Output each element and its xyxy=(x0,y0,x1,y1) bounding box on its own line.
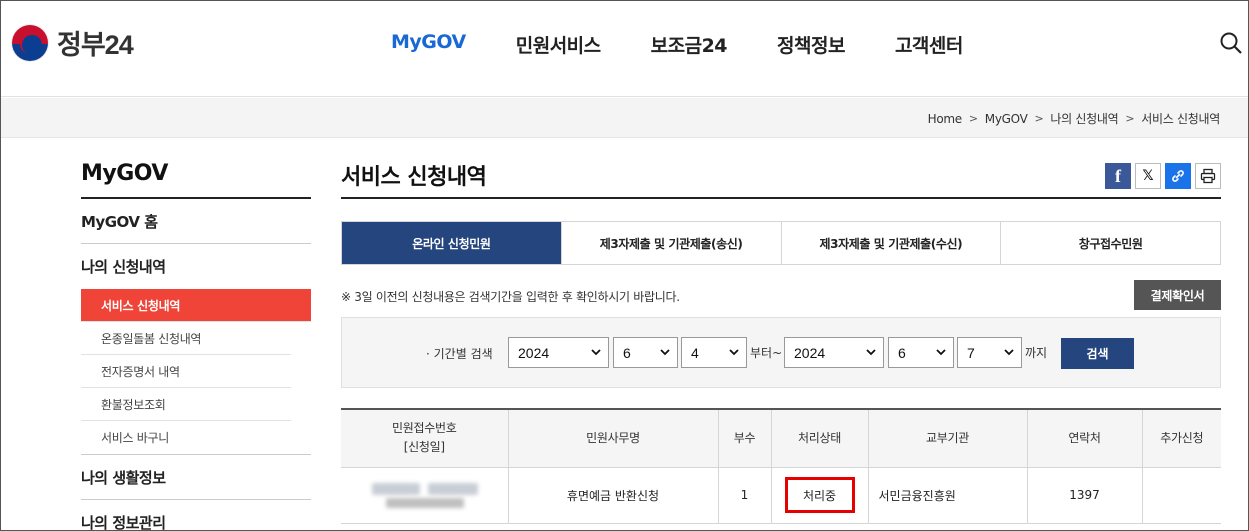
tab-third-party-received[interactable]: 제3자제출 및 기관제출(수신) xyxy=(780,222,1001,264)
breadcrumb-mygov[interactable]: MyGOV xyxy=(985,112,1028,126)
print-icon[interactable] xyxy=(1195,163,1221,189)
chevron-right-icon: > xyxy=(1034,112,1044,125)
status-badge: 처리중 xyxy=(784,477,855,513)
payment-confirmation-button[interactable]: 결제확인서 xyxy=(1134,280,1221,310)
chevron-down-icon xyxy=(729,349,739,356)
col-issuing-agency: 교부기관 xyxy=(867,410,1027,468)
col-copies: 부수 xyxy=(717,410,771,468)
end-month-select[interactable]: 6 xyxy=(888,337,954,368)
window: 정부24 MyGOV 민원서비스 보조금24 정책정보 고객센터 Home > … xyxy=(0,0,1249,531)
start-month-select[interactable]: 6 xyxy=(613,337,678,368)
nav-civil-service[interactable]: 민원서비스 xyxy=(516,31,601,58)
nav-policy-info[interactable]: 정책정보 xyxy=(777,31,845,58)
facebook-icon[interactable]: f xyxy=(1105,163,1131,189)
sidebar-title: MyGOV xyxy=(81,151,311,199)
breadcrumb-current[interactable]: 서비스 신청내역 xyxy=(1141,110,1220,127)
sidebar-subitem-service-basket[interactable]: 서비스 바구니 xyxy=(81,421,291,454)
table-header-row: 민원접수번호 [신청일] 민원사무명 부수 처리상태 교부기관 연락처 추가신청 xyxy=(341,410,1221,468)
table-row[interactable]: 휴면예금 반환신청 1 처리중 서민금융진흥원 1397 xyxy=(341,467,1221,524)
tab-bar: 온라인 신청민원 제3자제출 및 기관제출(송신) 제3자제출 및 기관제출(수… xyxy=(341,221,1221,265)
sidebar-item-life-info[interactable]: 나의 생활정보 xyxy=(81,455,311,500)
sidebar-subitem-service-history[interactable]: 서비스 신청내역 xyxy=(81,289,311,322)
start-day-select[interactable]: 4 xyxy=(681,337,747,368)
result-table: 민원접수번호[신청일] 민원사무명 부수 처리상태 교부기관 연락처 추가신청 xyxy=(341,408,1221,524)
chevron-down-icon xyxy=(591,349,601,356)
chevron-down-icon xyxy=(660,349,670,356)
sidebar-subitem-allday-care[interactable]: 온종일돌봄 신청내역 xyxy=(81,322,291,355)
start-year-select[interactable]: 2024 xyxy=(508,337,609,368)
receipt-number-cell[interactable] xyxy=(341,467,508,524)
sidebar-item-info-manage[interactable]: 나의 정보관리 xyxy=(81,500,311,530)
notice-text: ※ 3일 이전의 신청내용은 검색기간을 입력한 후 확인하시기 바랍니다. xyxy=(341,290,680,304)
chevron-down-icon xyxy=(866,349,876,356)
chevron-right-icon: > xyxy=(968,112,978,125)
copies-cell: 1 xyxy=(717,467,771,524)
breadcrumb-bar: Home > MyGOV > 나의 신청내역 > 서비스 신청내역 xyxy=(1,98,1248,138)
period-search-box: · 기간별 검색 2024 6 4 부터~ 2024 6 7 까지 검색 xyxy=(341,317,1221,388)
sidebar-submenu: 서비스 신청내역 온종일돌봄 신청내역 전자증명서 내역 환불정보조회 서비스 … xyxy=(81,289,311,455)
nav-customer-center[interactable]: 고객센터 xyxy=(895,31,963,58)
tab-online-application[interactable]: 온라인 신청민원 xyxy=(342,222,561,264)
end-year-select[interactable]: 2024 xyxy=(784,337,884,368)
additional-request-cell xyxy=(1141,467,1221,524)
agency-cell: 서민금융진흥원 xyxy=(867,467,1027,524)
sidebar: MyGOV MyGOV 홈 나의 신청내역 서비스 신청내역 온종일돌봄 신청내… xyxy=(81,151,311,530)
breadcrumb: Home > MyGOV > 나의 신청내역 > 서비스 신청내역 xyxy=(928,110,1221,127)
sidebar-subitem-refund[interactable]: 환불정보조회 xyxy=(81,388,291,421)
sidebar-subitem-e-certificate[interactable]: 전자증명서 내역 xyxy=(81,355,291,388)
period-search-label: · 기간별 검색 xyxy=(426,347,493,361)
end-day-select[interactable]: 7 xyxy=(957,337,1022,368)
breadcrumb-history[interactable]: 나의 신청내역 xyxy=(1050,110,1118,127)
end-day-value: 7 xyxy=(967,344,975,361)
chevron-down-icon xyxy=(936,349,946,356)
global-nav: MyGOV 민원서비스 보조금24 정책정보 고객센터 xyxy=(391,31,1013,58)
site-logo[interactable]: 정부24 xyxy=(11,23,134,62)
until-text: 까지 xyxy=(1025,346,1048,360)
nav-mygov[interactable]: MyGOV xyxy=(391,31,466,58)
start-year-value: 2024 xyxy=(518,344,550,361)
start-month-value: 6 xyxy=(623,344,631,361)
from-text: 부터~ xyxy=(750,346,783,360)
chevron-down-icon xyxy=(1004,349,1014,356)
site-header: 정부24 MyGOV 민원서비스 보조금24 정책정보 고객센터 xyxy=(1,1,1248,97)
end-month-value: 6 xyxy=(898,344,906,361)
share-buttons: f 𝕏 xyxy=(1105,163,1221,189)
x-twitter-icon[interactable]: 𝕏 xyxy=(1135,163,1161,189)
col-additional-request: 추가신청 xyxy=(1141,410,1221,468)
col-receipt-number: 민원접수번호 [신청일] xyxy=(341,410,508,468)
col-contact: 연락처 xyxy=(1026,410,1142,468)
redacted-receipt-number xyxy=(364,481,484,509)
tab-counter-application[interactable]: 창구접수민원 xyxy=(1000,222,1220,264)
chevron-right-icon: > xyxy=(1125,112,1135,125)
sidebar-item-mygov-home[interactable]: MyGOV 홈 xyxy=(81,199,311,244)
col-service-name: 민원사무명 xyxy=(507,410,718,468)
main-content: 서비스 신청내역 f 𝕏 온라인 신청민원 제3자제출 및 기관제출(송신) 제… xyxy=(341,151,1221,524)
start-day-value: 4 xyxy=(691,344,699,361)
col-status: 처리상태 xyxy=(770,410,868,468)
status-cell: 처리중 xyxy=(770,467,868,524)
link-copy-icon[interactable] xyxy=(1165,163,1191,189)
service-name-cell[interactable]: 휴면예금 반환신청 xyxy=(507,467,718,524)
taegeuk-logo-icon xyxy=(11,23,49,62)
nav-subsidy24[interactable]: 보조금24 xyxy=(651,31,728,58)
page-title: 서비스 신청내역 xyxy=(341,151,1221,199)
search-button[interactable]: 검색 xyxy=(1061,338,1134,369)
breadcrumb-home[interactable]: Home xyxy=(928,112,963,126)
search-icon[interactable] xyxy=(1219,31,1243,55)
logo-text: 정부24 xyxy=(57,30,134,60)
tab-third-party-sent[interactable]: 제3자제출 및 기관제출(송신) xyxy=(560,222,781,264)
end-year-value: 2024 xyxy=(794,344,826,361)
contact-cell: 1397 xyxy=(1026,467,1142,524)
sidebar-item-application-history[interactable]: 나의 신청내역 xyxy=(81,244,311,289)
